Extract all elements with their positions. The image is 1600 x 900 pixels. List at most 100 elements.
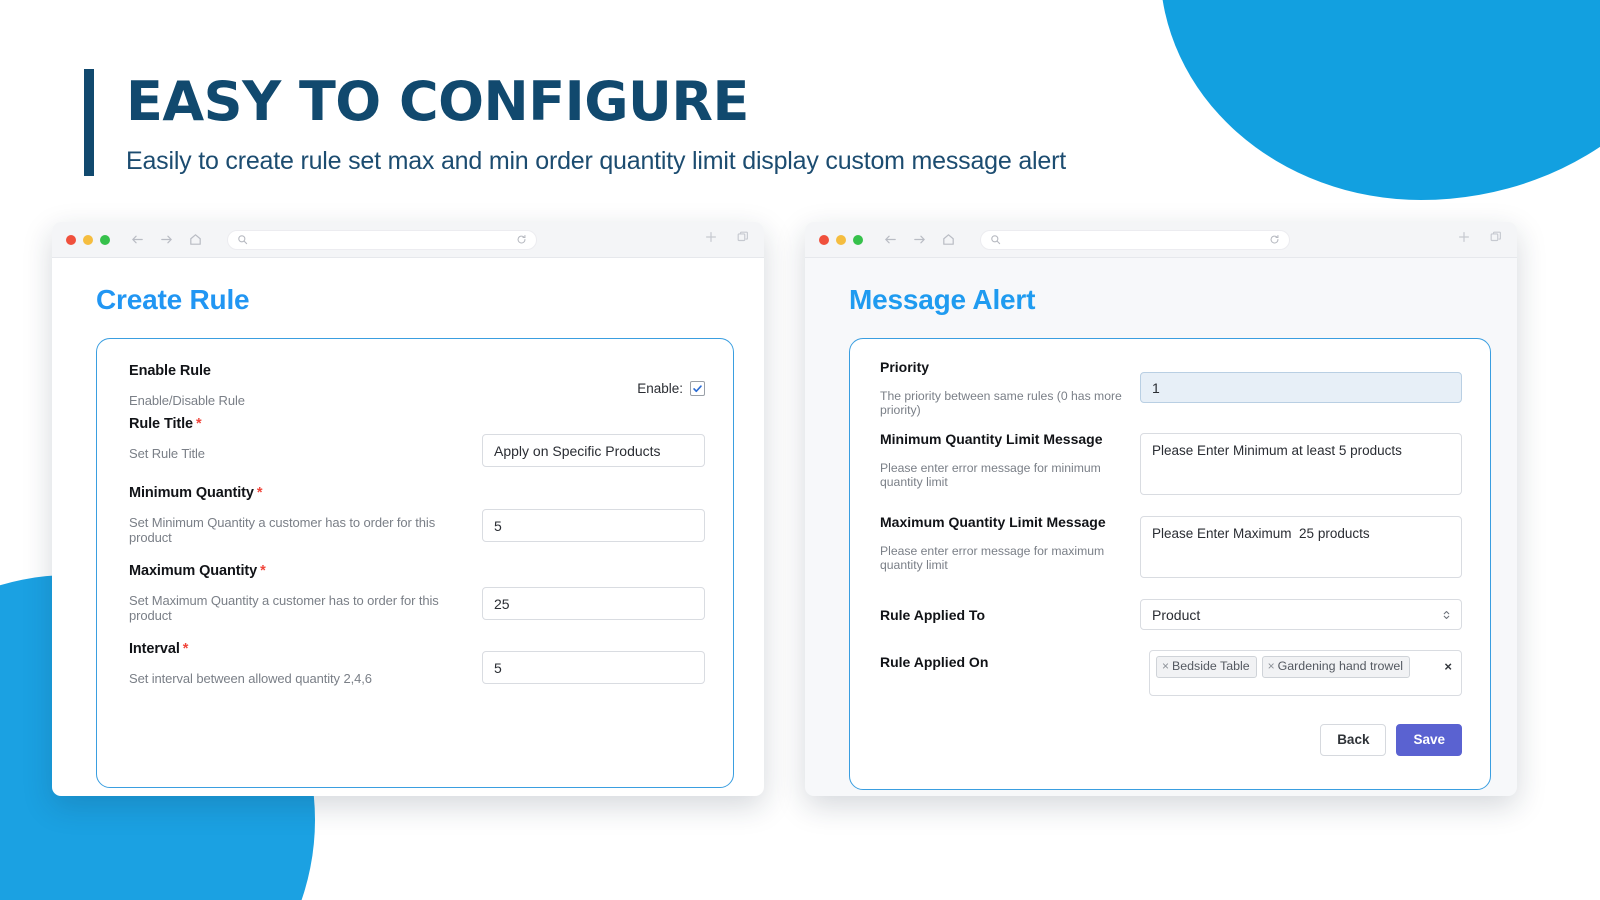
- field-row-min-message: Minimum Quantity Limit Message Please en…: [880, 431, 1462, 500]
- minimum-quantity-input[interactable]: [482, 509, 705, 542]
- address-bar-right[interactable]: [980, 229, 1290, 250]
- min-message-textarea[interactable]: Please Enter Minimum at least 5 products: [1140, 433, 1462, 495]
- duplicate-tabs-icon[interactable]: [736, 230, 750, 249]
- max-message-label: Maximum Quantity Limit Message: [880, 514, 1106, 530]
- priority-hint: The priority between same rules (0 has m…: [880, 389, 1122, 417]
- minimize-window-dot[interactable]: [836, 234, 846, 245]
- create-rule-form-card: Enable Rule Enable/Disable Rule Enable:: [96, 338, 734, 788]
- priority-input[interactable]: [1140, 372, 1462, 403]
- browser-window-message-alert: Message Alert Priority The priority betw…: [805, 222, 1517, 796]
- browser-chrome-bar-left: [52, 222, 764, 258]
- applied-to-select[interactable]: Product: [1140, 599, 1462, 630]
- maximum-quantity-hint: Set Maximum Quantity a customer has to o…: [129, 593, 439, 623]
- maximum-quantity-input[interactable]: [482, 587, 705, 620]
- browser-window-create-rule: Create Rule Enable Rule Enable/Disable R…: [52, 222, 764, 796]
- browser-chrome-actions-right: [1457, 230, 1503, 249]
- form-actions: Back Save: [880, 724, 1462, 756]
- chevron-updown-icon: [1442, 608, 1451, 622]
- maximize-window-dot[interactable]: [100, 234, 110, 245]
- reload-icon[interactable]: [1269, 234, 1280, 245]
- rule-title-hint: Set Rule Title: [129, 446, 205, 461]
- interval-hint: Set interval between allowed quantity 2,…: [129, 671, 372, 686]
- max-message-textarea[interactable]: Please Enter Maximum 25 products: [1140, 516, 1462, 578]
- headline-accent-bar: [84, 69, 94, 177]
- browser-chrome-actions-left: [704, 230, 750, 249]
- field-row-rule-title: Rule Title * Set Rule Title: [129, 416, 705, 467]
- rule-title-label: Rule Title *: [129, 416, 202, 432]
- maximum-quantity-label: Maximum Quantity *: [129, 563, 266, 579]
- field-row-max-message: Maximum Quantity Limit Message Please en…: [880, 514, 1462, 583]
- tag-remove-icon[interactable]: ×: [1162, 658, 1169, 674]
- page-title: EASY TO CONFIGURE: [126, 70, 749, 133]
- minimum-quantity-hint: Set Minimum Quantity a customer has to o…: [129, 515, 436, 545]
- arrow-left-icon[interactable]: [130, 232, 145, 247]
- required-marker: *: [256, 485, 263, 501]
- required-marker: *: [182, 641, 189, 657]
- save-button[interactable]: Save: [1396, 724, 1462, 756]
- tag-chip[interactable]: × Gardening hand trowel: [1261, 656, 1411, 678]
- required-marker: *: [260, 563, 266, 579]
- tag-label: Bedside Table: [1172, 659, 1250, 673]
- message-alert-heading: Message Alert: [849, 284, 1036, 315]
- enable-checkbox-label: Enable:: [637, 381, 683, 396]
- tag-label: Gardening hand trowel: [1277, 659, 1404, 673]
- enable-checkbox-group[interactable]: Enable:: [637, 381, 705, 396]
- window-controls-right: [819, 234, 863, 245]
- applied-to-selected-value: Product: [1152, 606, 1201, 623]
- clear-all-tags-icon[interactable]: ×: [1444, 659, 1452, 674]
- reload-icon[interactable]: [516, 234, 527, 245]
- maximize-window-dot[interactable]: [853, 234, 863, 245]
- page-subtitle: Easily to create rule set max and min or…: [126, 147, 1066, 176]
- enable-checkbox[interactable]: [690, 381, 705, 396]
- enable-rule-hint: Enable/Disable Rule: [129, 393, 245, 408]
- arrow-right-icon[interactable]: [912, 232, 927, 247]
- browser-chrome-bar-right: [805, 222, 1517, 258]
- browser-nav-icons-right: [883, 232, 956, 247]
- applied-on-label: Rule Applied On: [880, 654, 989, 670]
- field-row-applied-on: Rule Applied On × Bedside Table × Garden…: [880, 650, 1462, 696]
- arrow-left-icon[interactable]: [883, 232, 898, 247]
- plus-icon[interactable]: [1457, 230, 1471, 249]
- create-rule-heading: Create Rule: [96, 284, 250, 315]
- applied-on-tags-input[interactable]: × Bedside Table × Gardening hand trowel …: [1149, 650, 1462, 696]
- arrow-right-icon[interactable]: [159, 232, 174, 247]
- tag-chip[interactable]: × Bedside Table: [1156, 656, 1257, 678]
- window-controls-left: [66, 234, 110, 245]
- field-row-maximum-quantity: Maximum Quantity * Set Maximum Quantity a…: [129, 563, 705, 623]
- poster-canvas: EASY TO CONFIGURE Easily to create rule …: [0, 0, 1600, 900]
- message-alert-page-body: Message Alert Priority The priority betw…: [805, 258, 1517, 796]
- applied-to-label: Rule Applied To: [880, 606, 985, 623]
- browser-nav-icons-left: [130, 232, 203, 247]
- search-icon: [990, 234, 1001, 245]
- max-message-hint: Please enter error message for maximum q…: [880, 544, 1105, 572]
- field-row-applied-to: Rule Applied To Product: [880, 599, 1462, 630]
- address-bar-left[interactable]: [227, 229, 537, 250]
- priority-label: Priority: [880, 359, 930, 375]
- message-alert-form-card: Priority The priority between same rules…: [849, 338, 1491, 790]
- minimum-quantity-label: Minimum Quantity *: [129, 485, 263, 501]
- close-window-dot[interactable]: [66, 234, 76, 245]
- rule-title-input[interactable]: [482, 434, 705, 467]
- decoration-top-right-blue-shape: [1160, 0, 1600, 200]
- interval-label: Interval *: [129, 641, 189, 657]
- home-icon[interactable]: [188, 232, 203, 247]
- enable-rule-label: Enable Rule: [129, 363, 211, 379]
- min-message-label: Minimum Quantity Limit Message: [880, 431, 1103, 447]
- create-rule-page-body: Create Rule Enable Rule Enable/Disable R…: [52, 258, 764, 796]
- required-marker: *: [196, 416, 202, 432]
- field-row-minimum-quantity: Minimum Quantity * Set Minimum Quantity a…: [129, 485, 705, 545]
- banner-headline: EASY TO CONFIGURE Easily to create rule …: [84, 69, 1066, 177]
- home-icon[interactable]: [941, 232, 956, 247]
- tag-remove-icon[interactable]: ×: [1268, 658, 1275, 674]
- minimize-window-dot[interactable]: [83, 234, 93, 245]
- interval-input[interactable]: [482, 651, 705, 684]
- field-row-priority: Priority The priority between same rules…: [880, 359, 1462, 417]
- field-row-interval: Interval * Set interval between allowed q…: [129, 641, 705, 686]
- search-icon: [237, 234, 248, 245]
- plus-icon[interactable]: [704, 230, 718, 249]
- close-window-dot[interactable]: [819, 234, 829, 245]
- duplicate-tabs-icon[interactable]: [1489, 230, 1503, 249]
- back-button[interactable]: Back: [1320, 724, 1387, 756]
- field-row-enable-rule: Enable Rule Enable/Disable Rule Enable:: [129, 363, 705, 408]
- min-message-hint: Please enter error message for minimum q…: [880, 461, 1101, 489]
